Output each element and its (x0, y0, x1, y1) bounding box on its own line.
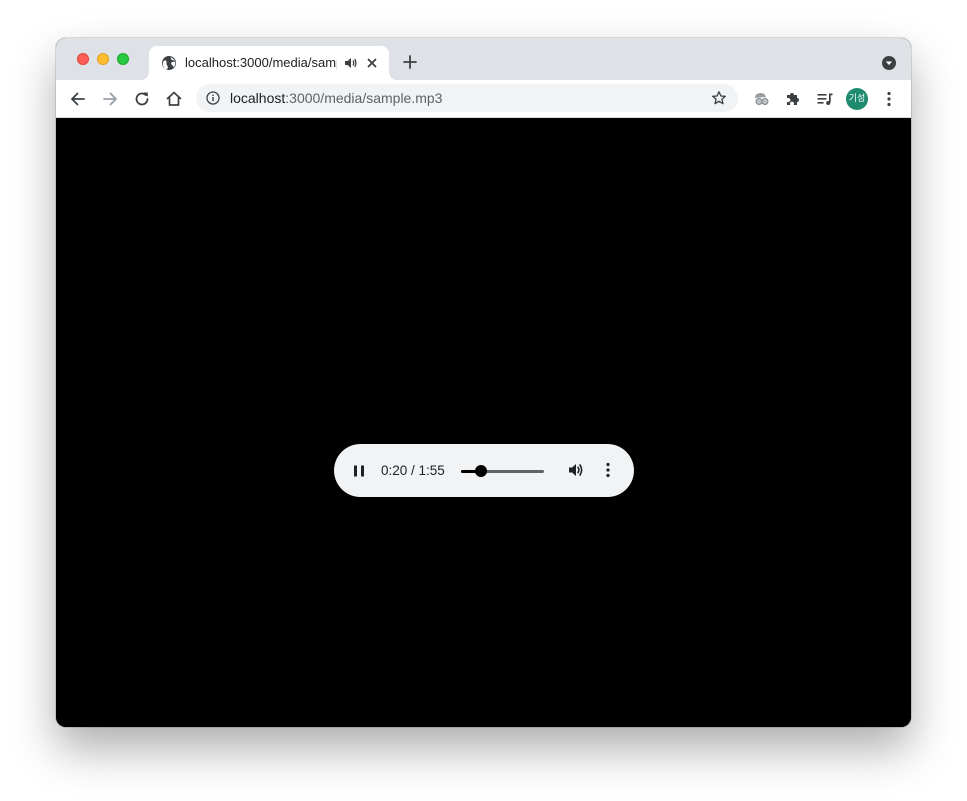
audio-player: 0:20 / 1:55 (334, 444, 634, 497)
avatar[interactable]: 기성 (846, 88, 868, 110)
url-host: localhost (230, 90, 286, 106)
tab-title: localhost:3000/media/sample.mp3 (185, 55, 337, 70)
kebab-menu-icon[interactable] (879, 89, 899, 109)
browser-window: localhost:3000/media/sample.mp3 (56, 38, 911, 727)
plus-icon[interactable] (402, 54, 418, 70)
time-display: 0:20 / 1:55 (381, 463, 445, 478)
arrow-right-icon[interactable] (100, 89, 120, 109)
tab-active[interactable]: localhost:3000/media/sample.mp3 (149, 46, 389, 80)
url-text: localhost:3000/media/sample.mp3 (230, 90, 442, 106)
incognito-extension-icon[interactable] (751, 89, 771, 109)
globe-icon (162, 56, 176, 70)
info-icon[interactable] (206, 91, 220, 105)
browser-toolbar: localhost:3000/media/sample.mp3 기성 (56, 80, 911, 118)
star-icon[interactable] (711, 90, 727, 106)
window-maximize-button[interactable] (117, 53, 129, 65)
arrow-left-icon[interactable] (68, 89, 88, 109)
chevron-down-icon[interactable] (881, 55, 897, 71)
page-content: 0:20 / 1:55 (56, 118, 911, 727)
pause-icon[interactable] (350, 462, 368, 480)
media-control-icon[interactable] (815, 89, 835, 109)
seek-slider[interactable] (461, 465, 544, 477)
close-icon[interactable] (364, 55, 380, 71)
puzzle-icon[interactable] (783, 89, 803, 109)
window-minimize-button[interactable] (97, 53, 109, 65)
url-path: :3000/media/sample.mp3 (285, 90, 443, 106)
reload-icon[interactable] (132, 89, 152, 109)
seek-thumb[interactable] (475, 465, 487, 477)
volume-icon[interactable] (567, 461, 585, 479)
home-icon[interactable] (164, 89, 184, 109)
tab-strip: localhost:3000/media/sample.mp3 (56, 38, 911, 80)
kebab-menu-icon[interactable] (599, 461, 617, 479)
window-close-button[interactable] (77, 53, 89, 65)
address-bar[interactable]: localhost:3000/media/sample.mp3 (196, 84, 738, 112)
speaker-icon[interactable] (344, 56, 358, 70)
